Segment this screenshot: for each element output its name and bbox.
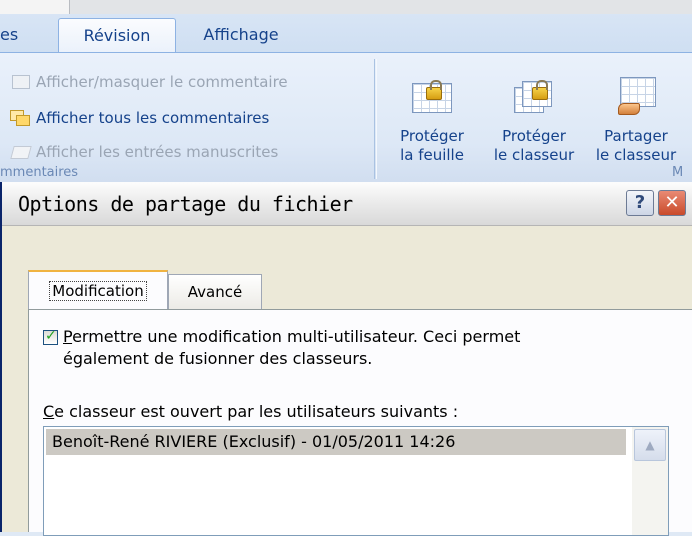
close-button[interactable]: ✕ [658,190,686,216]
scroll-up-button[interactable]: ▲ [634,429,666,461]
show-all-comments-label: Afficher tous les commentaires [36,109,270,127]
group-separator [374,59,375,179]
toggle-comment-button[interactable]: Afficher/masquer le commentaire [10,69,288,95]
comment-toggle-icon [10,73,32,91]
share-options-dialog: Options de partage du fichier ? ✕ Modifi… [0,182,692,536]
dialog-title-bar[interactable]: Options de partage du fichier ? ✕ [2,182,692,226]
dialog-title: Options de partage du fichier [18,192,353,216]
ribbon-tab-bar: es Révision Affichage [0,0,692,54]
multi-user-label[interactable]: Permettre une modification multi-utilisa… [63,326,623,370]
protect-workbook-button[interactable]: Protéger le classeur [486,73,582,165]
tab-avance[interactable]: Avancé [168,274,262,310]
protect-sheet-line1: Protéger [400,127,464,145]
share-workbook-line2: le classeur [595,146,677,164]
changes-group-label: M [672,165,684,180]
protect-sheet-line2: la feuille [400,146,464,164]
multi-user-label-line1: ermettre une modification multi-utilisat… [72,327,521,346]
modification-panel: Permettre une modification multi-utilisa… [28,309,692,536]
share-workbook-icon [614,73,658,117]
tab-modification-label: Modification [49,281,147,301]
users-label-accesskey: C [43,402,55,421]
users-listbox[interactable]: Benoît-René RIVIERE (Exclusif) - 01/05/2… [43,426,669,536]
tab-revision[interactable]: Révision [58,18,176,54]
protect-workbook-icon [512,73,556,117]
multi-user-label-line2: également de fusionner des classeurs. [63,349,373,368]
ribbon-body: Afficher/masquer le commentaire Afficher… [0,52,692,182]
protect-sheet-icon [410,73,454,117]
protect-workbook-line2: le classeur [493,146,575,164]
tab-modification[interactable]: Modification [28,270,168,310]
protect-workbook-line1: Protéger [502,127,566,145]
show-all-comments-button[interactable]: Afficher tous les commentaires [10,105,269,131]
help-button[interactable]: ? [626,190,654,216]
title-strip-block [0,0,70,14]
comments-group-label: mmentaires [0,165,79,180]
share-workbook-button[interactable]: Partager le classeur [588,73,684,165]
multi-user-checkbox[interactable] [43,328,58,345]
users-label-text: e classeur est ouvert par les utilisateu… [54,402,459,421]
show-ink-button[interactable]: Afficher les entrées manuscrites [10,139,278,165]
users-label: Ce classeur est ouvert par les utilisate… [43,402,458,421]
list-item[interactable]: Benoît-René RIVIERE (Exclusif) - 01/05/2… [46,429,626,455]
multi-user-accesskey: P [63,327,73,346]
tab-affichage[interactable]: Affichage [186,18,296,54]
title-strip [0,0,692,14]
group-separator-highlight [376,59,377,179]
ink-icon [10,143,32,161]
toggle-comment-label: Afficher/masquer le commentaire [36,73,288,91]
listbox-scrollbar[interactable]: ▲ [632,427,668,535]
comments-all-icon [10,109,32,127]
share-workbook-line1: Partager [604,127,668,145]
protect-sheet-button[interactable]: Protéger la feuille [384,73,480,165]
tab-partial[interactable]: es [0,18,50,54]
show-ink-label: Afficher les entrées manuscrites [36,143,279,161]
